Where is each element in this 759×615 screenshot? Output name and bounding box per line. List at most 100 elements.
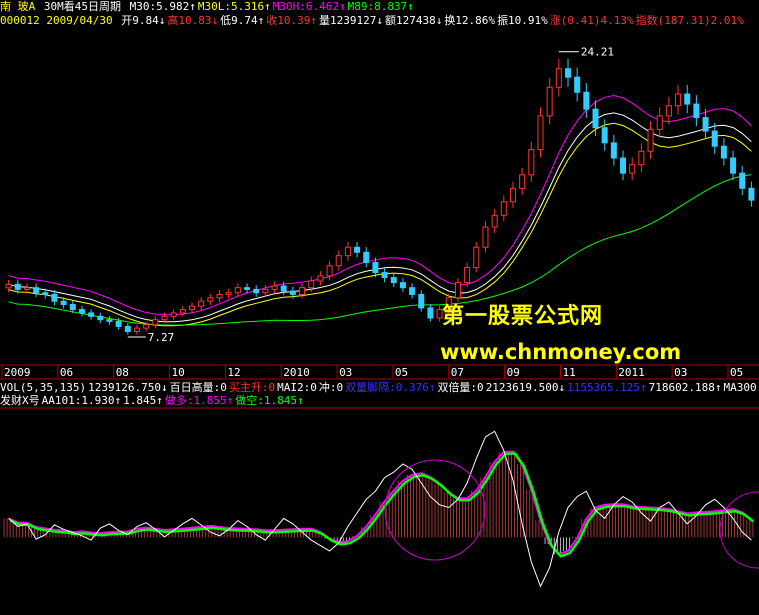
- candle-body: [198, 300, 205, 307]
- candle-body: [207, 297, 214, 302]
- quote-value-9: 指数(187.31)2.01%: [635, 14, 744, 27]
- candle-body: [354, 246, 361, 253]
- axis-tick-label: 03: [674, 366, 687, 379]
- candle-body: [335, 255, 342, 267]
- watermark-url: www.chnmoney.com: [440, 340, 682, 364]
- candle-body: [189, 305, 195, 311]
- quote-value-8: 涨(0.41)4.13%: [549, 14, 634, 27]
- candle-body: [51, 293, 58, 302]
- axis-tick-label: 09: [507, 366, 520, 379]
- candle-body: [372, 261, 379, 274]
- candle-body: [546, 86, 553, 117]
- candle-body: [574, 76, 581, 93]
- candle-body: [179, 309, 186, 314]
- candlestick-series: [5, 58, 755, 335]
- candle-body: [473, 246, 480, 268]
- candle-body: [675, 93, 682, 107]
- watermark-title: 第一股票公式网: [442, 304, 604, 329]
- axis-tick-label: 10: [172, 366, 185, 379]
- candle-body: [399, 282, 406, 289]
- candle-body: [14, 283, 21, 290]
- candle-body: [124, 325, 131, 332]
- candle-body: [289, 290, 296, 295]
- candle-body: [78, 309, 85, 314]
- candle-body: [381, 272, 388, 279]
- candle-body: [88, 312, 95, 317]
- quote-value-0: 开9.84↓: [121, 14, 166, 27]
- candle-body: [106, 319, 113, 322]
- candle-body: [583, 91, 590, 110]
- quote-value-3: 收10.39↑: [266, 14, 317, 27]
- quote-value-2: 低9.74↑: [220, 14, 265, 27]
- indicator-value-1: AA101:1.930↑: [41, 394, 122, 407]
- stock-name: 南 玻A: [0, 0, 36, 13]
- candle-body: [143, 324, 150, 329]
- candle-body: [720, 145, 727, 159]
- moving-average-lines: [8, 94, 752, 327]
- candle-body: [509, 187, 516, 203]
- ma-value-1: M30L:5.316↑: [197, 0, 271, 13]
- candle-body: [610, 142, 617, 159]
- candle-body: [161, 315, 168, 321]
- candle-body: [5, 283, 12, 289]
- candle-body: [693, 103, 700, 119]
- indicator-value-0: 发财X号: [0, 394, 40, 407]
- header-row: 南 玻A 30M看45日周期 M30:5.982↑ M30L:5.316↑ M30H…: [0, 0, 418, 14]
- axis-tick-label: 08: [116, 366, 129, 379]
- candle-body: [152, 319, 159, 326]
- axis-tick-label: 11: [562, 366, 575, 379]
- candle-body: [271, 285, 278, 290]
- candle-body: [308, 280, 315, 289]
- candle-body: [262, 288, 269, 294]
- candle-body: [528, 149, 535, 176]
- candle-body: [363, 251, 370, 263]
- candle-body: [500, 201, 507, 216]
- candle-body: [464, 266, 471, 284]
- candle-body: [730, 157, 737, 174]
- candle-body: [454, 282, 461, 299]
- vol-values: VOL(5,35,135) 1239126.750↓ 百日高量:0 买主升:0 MAI2…: [0, 381, 759, 394]
- axis-tick-label: 03: [339, 366, 352, 379]
- ma-value-0: M30:5.982↑: [129, 0, 196, 13]
- indicator-value-4: 做空:1.845↑: [235, 394, 304, 407]
- vol-value-9: 1155365.125↑: [567, 381, 647, 394]
- candle-body: [170, 312, 177, 317]
- code-date: 000012 2009/04/30: [0, 14, 113, 27]
- candle-body: [69, 304, 76, 311]
- candle-body: [427, 307, 434, 319]
- candle-body: [482, 226, 489, 248]
- candle-body: [702, 117, 709, 132]
- candle-body: [60, 300, 67, 306]
- ma-value-3: M89:8.837↑: [347, 0, 414, 13]
- candle-body: [665, 105, 672, 117]
- axis-tick-label: 2011: [618, 366, 645, 379]
- axis-tick-label: 07: [451, 366, 464, 379]
- candle-body: [629, 164, 636, 174]
- quote-value-5: 额127438↓: [384, 14, 443, 27]
- vol-value-2: 百日高量:0: [169, 381, 227, 394]
- indicator-value-3: 做多:1.855↑: [164, 394, 234, 407]
- candle-body: [565, 68, 571, 78]
- axis-tick-label: 05: [395, 366, 408, 379]
- candle-body: [555, 68, 562, 88]
- candle-body: [42, 292, 49, 295]
- candle-body: [244, 287, 251, 290]
- m30-line: [8, 112, 752, 323]
- ma-values: M30:5.982↑ M30L:5.316↑ M30H:6.462↑ M89:8.83…: [130, 0, 416, 13]
- candle-body: [739, 172, 746, 189]
- axis-tick-label: 05: [730, 366, 743, 379]
- quote-value-4: 量1239127↓: [318, 14, 383, 27]
- candle-body: [23, 287, 30, 290]
- candle-body: [344, 246, 351, 257]
- axis-tick-label: 2010: [283, 366, 310, 379]
- quote-value-6: 换12.86%: [444, 14, 496, 27]
- period-label: 30M看45日周期: [43, 0, 121, 13]
- candle-body: [537, 115, 544, 151]
- axis-tick-label: 2009: [4, 366, 31, 379]
- vol-value-11: MA300: [723, 381, 757, 394]
- indicator-value-2: 1.845↑: [123, 394, 163, 407]
- vol-value-0: VOL(5,35,135): [0, 381, 87, 394]
- candle-body: [33, 287, 40, 294]
- candle-body: [299, 287, 306, 295]
- vol-value-7: 双倍量:0: [437, 381, 484, 394]
